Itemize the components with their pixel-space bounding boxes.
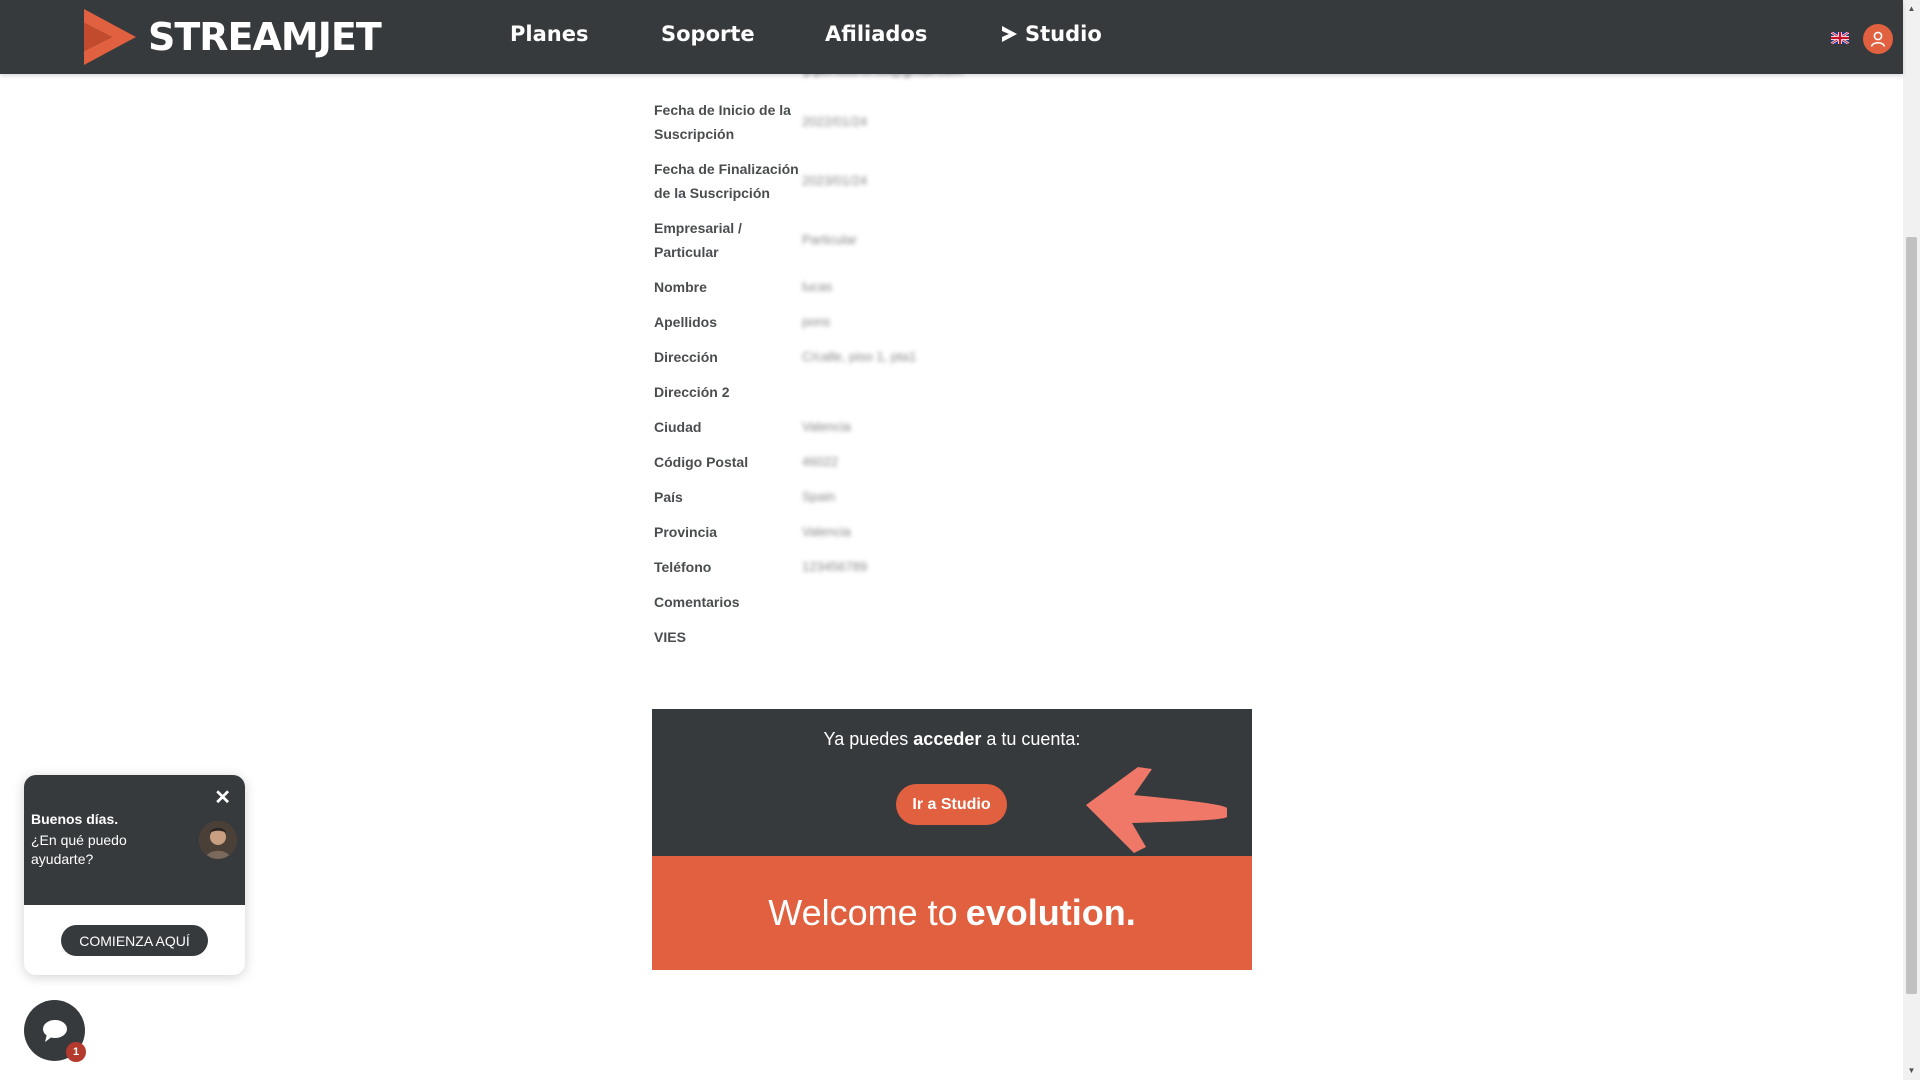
field-label: Empresarial / Particular [654, 219, 742, 260]
unread-badge: 1 [66, 1042, 86, 1062]
detail-row: Comentarios [654, 584, 1254, 619]
detail-row: Fecha de Finalización de la Suscripción … [654, 151, 1254, 210]
detail-row: País Spain [654, 479, 1254, 514]
field-label: Fecha de Finalización de la Suscripción [654, 160, 799, 201]
nav-studio-label: Studio [1025, 22, 1102, 46]
field-label: Apellidos [654, 313, 718, 330]
uk-flag-icon[interactable] [1831, 32, 1849, 44]
access-account-panel: Ya puedes acceder a tu cuenta: Ir a Stud… [652, 709, 1252, 856]
access-text-bold: acceder [913, 729, 982, 749]
access-text-before: Ya puedes [823, 729, 914, 749]
streamjet-logo[interactable]: STREAMJET [82, 7, 382, 67]
field-label: Fecha de Inicio de la Suscripción [654, 101, 791, 142]
nav-afiliados[interactable]: Afiliados [825, 22, 927, 46]
detail-row: Provincia Valencia [654, 514, 1254, 549]
field-label: Dirección 2 [654, 383, 730, 400]
chat-question: ¿En qué puedo ayudarte? [31, 832, 127, 867]
access-text-after: a tu cuenta: [981, 729, 1081, 749]
field-value: Particular [802, 232, 857, 247]
chat-launcher-button[interactable]: 1 [24, 1000, 86, 1062]
start-chat-button[interactable]: COMIENZA AQUÍ [61, 925, 208, 956]
field-label: Dirección [654, 348, 718, 365]
field-label: Código Postal [654, 453, 749, 470]
welcome-bold: evolution. [965, 892, 1136, 933]
nav-soporte[interactable]: Soporte [661, 22, 755, 46]
play-icon [1002, 26, 1017, 42]
welcome-text: Welcome to [768, 892, 958, 933]
access-account-text: Ya puedes acceder a tu cuenta: [652, 729, 1252, 750]
detail-row: VIES [654, 619, 1254, 654]
field-value: pons [802, 314, 831, 329]
detail-row: Teléfono 123456789 [654, 549, 1254, 584]
detail-row: Nombre lucas [654, 269, 1254, 304]
field-value: Valencia [802, 419, 851, 434]
nav-planes[interactable]: Planes [510, 22, 588, 46]
user-account-button[interactable] [1863, 24, 1893, 54]
streamjet-logo-icon [84, 9, 136, 65]
field-label: Ciudad [654, 418, 702, 435]
field-label: Provincia [654, 523, 718, 540]
user-icon [1870, 31, 1886, 47]
chat-bubble-icon [42, 1019, 67, 1042]
field-value: 2023/01/24 [802, 173, 868, 188]
field-value: 2022/01/24 [802, 114, 868, 129]
brand-name: STREAMJET [148, 15, 382, 59]
pointer-arrow-icon [1086, 767, 1227, 853]
top-navbar: STREAMJET Planes Soporte Afiliados Studi… [0, 0, 1903, 74]
field-value: Valencia [802, 524, 851, 539]
field-label: Nombre [654, 278, 707, 295]
chat-popup: ✕ Buenos días. ¿En qué puedo ayudarte? C… [24, 775, 245, 975]
field-value: lucas [802, 279, 833, 294]
scrollbar-thumb[interactable] [1906, 237, 1917, 994]
close-icon[interactable]: ✕ [214, 785, 231, 810]
field-label: VIES [654, 628, 686, 645]
scroll-down-icon[interactable]: ▼ [1906, 1066, 1917, 1076]
subscription-details: Fecha de Inicio de la Suscripción 2022/0… [654, 92, 1254, 654]
field-value: 123456789 [802, 559, 868, 574]
chat-popup-header: ✕ Buenos días. ¿En qué puedo ayudarte? [24, 775, 245, 905]
detail-row: Dirección C/calle, piso 1, pta1 [654, 339, 1254, 374]
detail-row: Ciudad Valencia [654, 409, 1254, 444]
detail-row: Empresarial / Particular Particular [654, 210, 1254, 269]
chat-greeting: Buenos días. [31, 811, 119, 827]
detail-row: Dirección 2 [654, 374, 1254, 409]
nav-studio[interactable]: Studio [999, 22, 1102, 46]
field-label: Teléfono [654, 558, 712, 575]
go-to-studio-button[interactable]: Ir a Studio [896, 784, 1007, 825]
field-label: País [654, 488, 683, 505]
detail-row: Apellidos pons [654, 304, 1254, 339]
welcome-banner: Welcome to evolution. [652, 856, 1252, 970]
field-value: Spain [802, 489, 836, 504]
field-value: C/calle, piso 1, pta1 [802, 349, 917, 364]
detail-row: Fecha de Inicio de la Suscripción 2022/0… [654, 92, 1254, 151]
agent-avatar [199, 821, 237, 859]
detail-row: Código Postal 46022 [654, 444, 1254, 479]
field-value: 46022 [802, 454, 839, 469]
scroll-up-icon[interactable]: ▲ [1906, 4, 1917, 14]
field-label: Comentarios [654, 593, 740, 610]
